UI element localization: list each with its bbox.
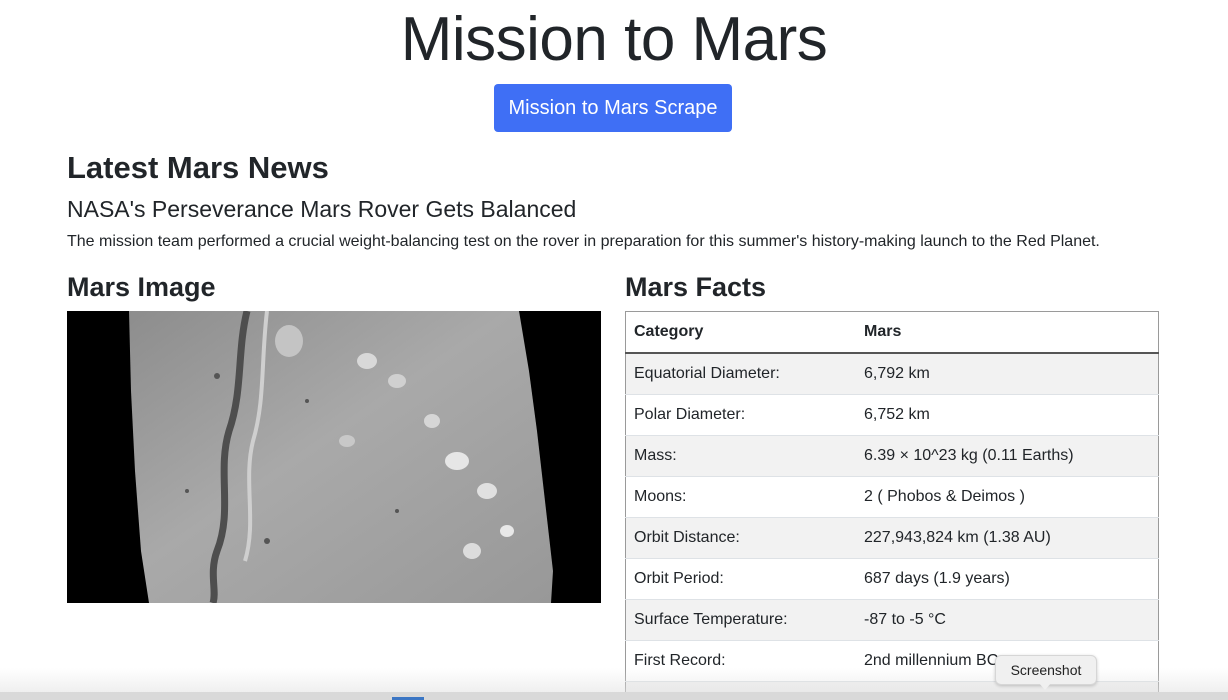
mars-facts-heading: Mars Facts <box>625 272 767 302</box>
news-heading: Latest Mars News <box>67 150 329 185</box>
dock-bar <box>0 692 1228 700</box>
table-row: Orbit Period: 687 days (1.9 years) <box>625 558 1159 600</box>
table-cell-value: 6,792 km <box>856 352 1159 395</box>
mars-image-heading: Mars Image <box>67 272 216 302</box>
table-row: Surface Temperature: -87 to -5 °C <box>625 599 1159 641</box>
screenshot-tooltip: Screenshot <box>995 655 1097 685</box>
table-row: Polar Diameter: 6,752 km <box>625 394 1159 436</box>
table-cell-value: 2 ( Phobos & Deimos ) <box>856 476 1159 518</box>
table-cell-category: Mass: <box>625 435 856 477</box>
table-row: Moons: 2 ( Phobos & Deimos ) <box>625 476 1159 518</box>
table-cell-category: Equatorial Diameter: <box>625 352 856 395</box>
table-cell-category: Surface Temperature: <box>625 599 856 641</box>
table-cell-category: Polar Diameter: <box>625 394 856 436</box>
mars-facts-table-wrapper: Category Mars Equatorial Diameter: 6,792… <box>625 311 1159 700</box>
table-cell-value: 227,943,824 km (1.38 AU) <box>856 517 1159 559</box>
scrape-button[interactable]: Mission to Mars Scrape <box>494 84 732 132</box>
table-row: Orbit Distance: 227,943,824 km (1.38 AU) <box>625 517 1159 559</box>
page-title: Mission to Mars <box>400 5 828 74</box>
table-cell-value: 687 days (1.9 years) <box>856 558 1159 600</box>
column-header: Category <box>625 311 856 354</box>
column-header: Mars <box>856 311 1159 354</box>
table-cell-category: Orbit Period: <box>625 558 856 600</box>
table-cell-value: 6.39 × 10^23 kg (0.11 Earths) <box>856 435 1159 477</box>
table-row: Mass: 6.39 × 10^23 kg (0.11 Earths) <box>625 435 1159 477</box>
table-cell-value: 6,752 km <box>856 394 1159 436</box>
table-cell-category: Moons: <box>625 476 856 518</box>
table-row: Equatorial Diameter: 6,792 km <box>625 352 1159 395</box>
mars-facts-table: Category Mars Equatorial Diameter: 6,792… <box>625 311 1159 700</box>
table-cell-category: Orbit Distance: <box>625 517 856 559</box>
page: Mission to Mars Mission to Mars Scrape L… <box>0 0 1228 700</box>
table-cell-value: -87 to -5 °C <box>856 599 1159 641</box>
mars-image <box>67 311 601 603</box>
table-header-row: Category Mars <box>625 311 1159 354</box>
tooltip-arrow <box>1039 683 1051 690</box>
news-paragraph: The mission team performed a crucial wei… <box>67 233 1100 250</box>
news-title: NASA's Perseverance Mars Rover Gets Bala… <box>67 196 577 222</box>
